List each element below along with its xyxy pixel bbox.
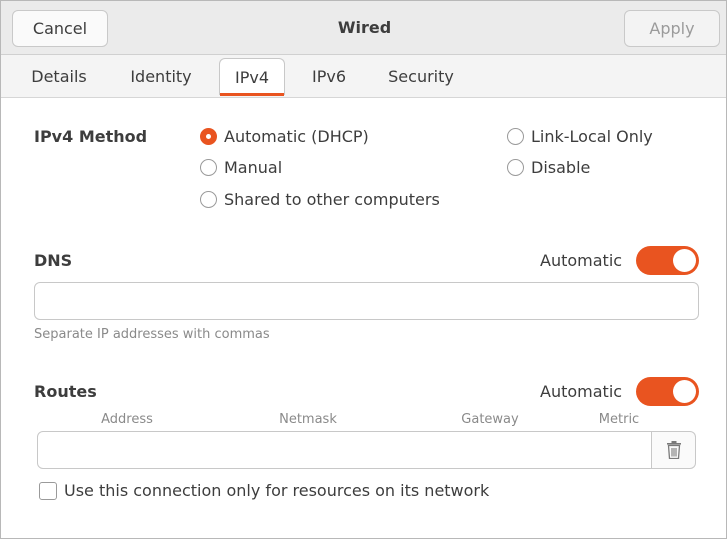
tab-ipv6[interactable]: IPv6 (298, 58, 360, 95)
trash-icon (666, 441, 681, 459)
tab-security[interactable]: Security (376, 58, 466, 95)
dialog-title: Wired (337, 18, 392, 37)
header-bar: Cancel Wired Apply (1, 1, 726, 55)
radio-link-local[interactable]: Link-Local Only (507, 127, 653, 146)
column-header-metric: Metric (598, 412, 640, 427)
radio-unchecked-icon (200, 191, 217, 208)
dns-input[interactable] (34, 282, 699, 320)
radio-unchecked-icon (507, 159, 524, 176)
radio-label: Manual (224, 158, 283, 177)
column-header-address: Address (101, 412, 153, 427)
radio-shared[interactable]: Shared to other computers (200, 190, 440, 209)
tab-identity[interactable]: Identity (117, 58, 205, 95)
radio-label: Link-Local Only (531, 127, 653, 146)
column-header-gateway: Gateway (461, 412, 519, 427)
radio-unchecked-icon (200, 159, 217, 176)
routes-automatic-switch[interactable] (636, 377, 699, 406)
dns-automatic-switch[interactable] (636, 246, 699, 275)
radio-checked-icon (200, 128, 217, 145)
checkbox-label: Use this connection only for resources o… (64, 481, 490, 500)
radio-label: Shared to other computers (224, 190, 440, 209)
dns-label: DNS (34, 251, 73, 270)
route-gateway-input[interactable] (399, 431, 581, 469)
delete-route-button[interactable] (652, 431, 696, 469)
tab-details[interactable]: Details (19, 58, 99, 95)
ipv4-method-label: IPv4 Method (34, 127, 148, 146)
tab-bar: Details Identity IPv4 IPv6 Security (1, 55, 726, 98)
tab-ipv4[interactable]: IPv4 (219, 58, 285, 96)
switch-knob (673, 249, 696, 272)
route-metric-input[interactable] (580, 431, 652, 469)
dns-hint: Separate IP addresses with commas (34, 327, 270, 342)
dns-automatic-label: Automatic (540, 251, 623, 270)
radio-manual[interactable]: Manual (200, 158, 282, 177)
checkbox-unchecked-icon (39, 481, 57, 500)
switch-knob (673, 380, 696, 403)
radio-disable[interactable]: Disable (507, 158, 590, 177)
radio-label: Disable (531, 158, 591, 177)
restrict-to-network-checkbox[interactable]: Use this connection only for resources o… (39, 481, 489, 500)
apply-button[interactable]: Apply (624, 10, 720, 47)
routes-label: Routes (34, 382, 97, 401)
route-address-input[interactable] (37, 431, 219, 469)
column-header-netmask: Netmask (279, 412, 337, 427)
routes-automatic-label: Automatic (540, 382, 623, 401)
wired-settings-dialog: Cancel Wired Apply Details Identity IPv4… (0, 0, 727, 539)
radio-unchecked-icon (507, 128, 524, 145)
route-netmask-input[interactable] (218, 431, 400, 469)
radio-automatic-dhcp[interactable]: Automatic (DHCP) (200, 127, 369, 146)
radio-label: Automatic (DHCP) (224, 127, 369, 146)
